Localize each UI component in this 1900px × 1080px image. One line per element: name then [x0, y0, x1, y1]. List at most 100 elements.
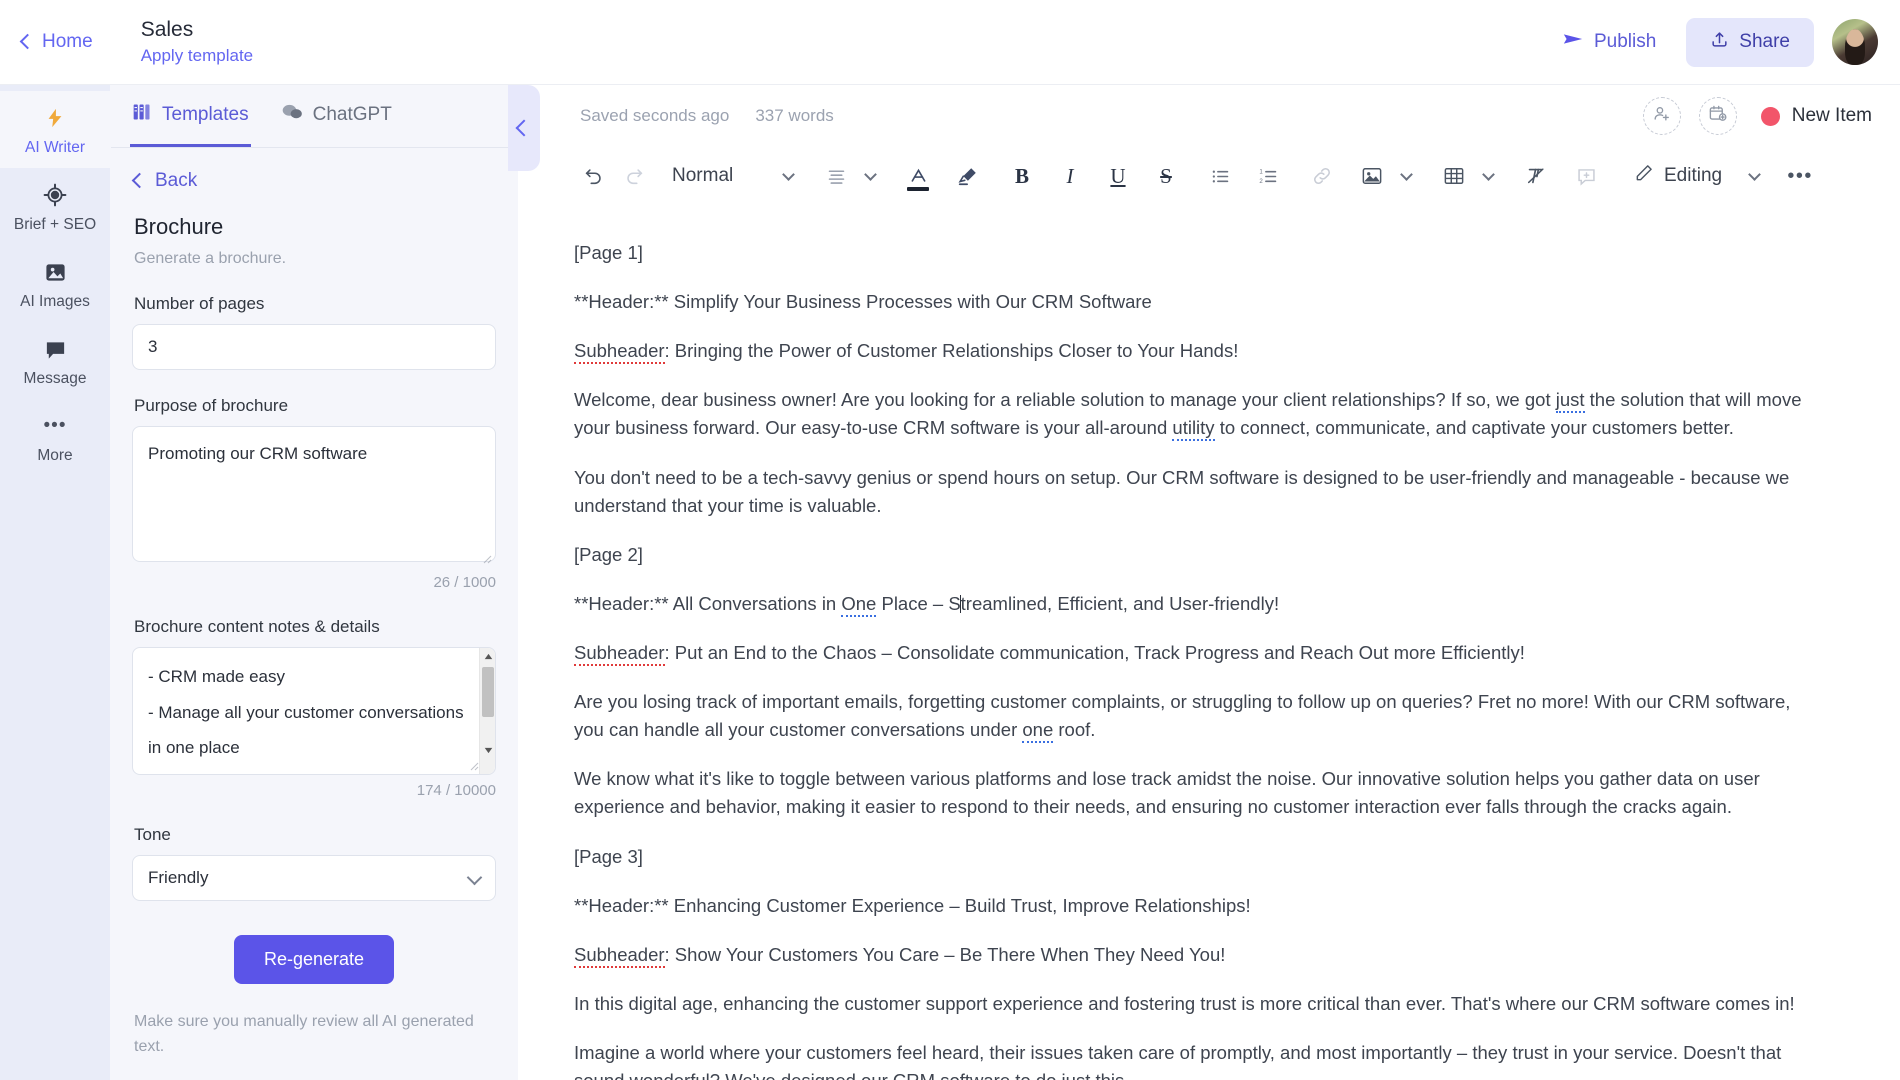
notes-textarea-box[interactable]: - CRM made easy - Manage all your custom…: [132, 647, 496, 775]
number-of-pages-input[interactable]: [132, 324, 496, 370]
more-options-button[interactable]: •••: [1780, 156, 1820, 196]
regenerate-button[interactable]: Re-generate: [233, 935, 395, 984]
ellipsis-icon: •••: [43, 415, 67, 437]
document-editor: Saved seconds ago 337 words New Item Nor…: [518, 85, 1900, 1080]
add-comment-button[interactable]: [1566, 156, 1606, 196]
sidebar-item-message[interactable]: Message: [0, 322, 110, 399]
insert-image-button[interactable]: [1352, 156, 1392, 196]
document-paragraph: Subheader: Put an End to the Chaos – Con…: [574, 639, 1804, 667]
template-description: Generate a brochure.: [134, 250, 287, 267]
chevron-left-icon: [19, 33, 36, 50]
sidebar-item-ai-images[interactable]: AI Images: [0, 245, 110, 322]
sidebar-item-label: AI Writer: [25, 139, 85, 156]
new-item-button[interactable]: New Item: [1760, 105, 1872, 127]
image-icon: [4, 259, 106, 285]
highlight-button[interactable]: [948, 156, 988, 196]
document-paragraph: Subheader: Bringing the Power of Custome…: [574, 337, 1804, 365]
scroll-down-arrow-icon[interactable]: [480, 742, 495, 758]
purpose-of-brochure-input[interactable]: Promoting our CRM software: [132, 426, 496, 562]
schedule-button[interactable]: [1698, 97, 1737, 135]
word-count: 337 words: [755, 106, 834, 125]
sidebar-item-label: AI Images: [20, 293, 90, 311]
sidebar-item-more[interactable]: ••• More: [0, 399, 110, 476]
align-button[interactable]: [816, 156, 856, 196]
send-icon: [1562, 28, 1584, 56]
link-button[interactable]: [1302, 156, 1342, 196]
purpose-textarea-wrap: Promoting our CRM software: [132, 426, 496, 567]
table-options-chevron[interactable]: [1474, 156, 1502, 196]
bullet-list-button[interactable]: [1200, 156, 1240, 196]
tone-select[interactable]: Friendly: [132, 855, 496, 901]
invite-collaborator-button[interactable]: [1642, 97, 1681, 135]
calendar-plus-icon: [1708, 104, 1727, 128]
scroll-up-arrow-icon[interactable]: [480, 648, 495, 664]
saved-status: Saved seconds ago: [580, 106, 730, 125]
share-button[interactable]: Share: [1686, 17, 1814, 67]
sidebar-item-brief-seo[interactable]: Brief + SEO: [0, 168, 110, 245]
editing-mode-button[interactable]: Editing: [1628, 163, 1728, 189]
resize-grip-icon: [470, 762, 479, 771]
notes-content: - CRM made easy - Manage all your custom…: [148, 667, 464, 758]
home-back-link[interactable]: Home: [19, 31, 93, 53]
panel-tabs: Templates ChatGPT: [110, 85, 518, 148]
document-content[interactable]: [Page 1] **Header:** Simplify Your Busine…: [518, 205, 1900, 1080]
templates-panel: Templates ChatGPT Back Brochure Generate…: [110, 85, 518, 1080]
template-name: Brochure: [134, 214, 224, 239]
lightning-icon: [4, 105, 106, 131]
regenerate-wrap: Re-generate: [132, 935, 496, 984]
left-nav-rail: AI Writer Brief + SEO AI Images Message …: [0, 85, 111, 1080]
document-paragraph: **Header:** Simplify Your Business Proce…: [574, 291, 1152, 313]
tab-label: ChatGPT: [312, 103, 392, 125]
undo-button[interactable]: [574, 156, 614, 196]
sidebar-item-ai-writer[interactable]: AI Writer: [0, 91, 111, 169]
paragraph-style-select[interactable]: Normal: [662, 165, 774, 187]
collapse-panel-button[interactable]: [508, 85, 540, 171]
numbered-list-button[interactable]: 1 2: [1248, 156, 1288, 196]
clear-formatting-button[interactable]: [1516, 156, 1556, 196]
document-paragraph: [Page 1]: [574, 242, 643, 263]
align-chevron[interactable]: [856, 156, 884, 196]
tab-chatgpt[interactable]: ChatGPT: [279, 85, 394, 147]
svg-text:1: 1: [1259, 168, 1263, 175]
bold-button[interactable]: B: [1002, 156, 1042, 196]
avatar[interactable]: [1832, 19, 1878, 65]
chat-bubble-icon: [4, 336, 106, 362]
underline-label: U: [1110, 163, 1126, 188]
text-color-button[interactable]: [898, 156, 938, 196]
strikethrough-button[interactable]: S: [1146, 156, 1186, 196]
document-paragraph: **Header:** Enhancing Customer Experienc…: [574, 894, 1251, 916]
underline-button[interactable]: U: [1098, 156, 1138, 196]
back-link[interactable]: Back: [131, 170, 496, 192]
chevron-left-icon: [515, 119, 533, 136]
tone-field-label: Tone: [134, 825, 171, 844]
statusbar-actions: New Item: [1642, 97, 1872, 135]
apply-template-link[interactable]: Apply template: [141, 46, 253, 66]
strikethrough-label: S: [1160, 163, 1172, 188]
paragraph-style-chevron[interactable]: [774, 156, 802, 196]
notes-char-counter: 174 / 10000: [416, 782, 496, 799]
home-label: Home: [42, 31, 93, 52]
document-paragraph: Subheader: Show Your Customers You Care …: [574, 941, 1804, 969]
pages-field-label: Number of pages: [134, 294, 265, 313]
editing-mode-chevron[interactable]: [1740, 156, 1768, 196]
image-options-chevron[interactable]: [1392, 156, 1420, 196]
sidebar-item-label: More: [37, 447, 73, 465]
italic-button[interactable]: I: [1050, 156, 1090, 196]
user-plus-icon: [1652, 104, 1671, 128]
publish-button[interactable]: Publish: [1550, 20, 1668, 64]
notes-scrollbar[interactable]: [479, 648, 495, 774]
chevron-down-icon: [1399, 168, 1413, 181]
redo-button[interactable]: [614, 156, 654, 196]
publish-label: Publish: [1593, 31, 1657, 52]
paragraph-style-value: Normal: [672, 165, 734, 186]
chevron-left-icon: [131, 172, 148, 189]
tone-selected-value: Friendly: [148, 868, 209, 887]
purpose-char-counter: 26 / 1000: [433, 574, 496, 591]
chevron-down-icon: [863, 168, 877, 181]
notes-field-label: Brochure content notes & details: [134, 617, 380, 636]
document-paragraph: Imagine a world where your customers fee…: [574, 1039, 1804, 1080]
tab-templates[interactable]: Templates: [130, 85, 251, 147]
scrollbar-thumb[interactable]: [482, 667, 494, 717]
document-paragraph: [Page 3]: [574, 845, 643, 867]
insert-table-button[interactable]: [1434, 156, 1474, 196]
